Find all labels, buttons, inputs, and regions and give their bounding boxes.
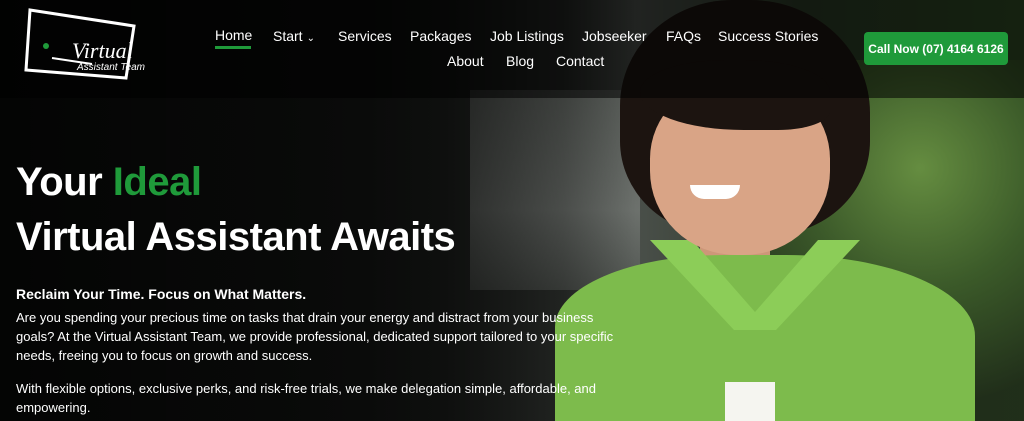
nav-start[interactable]: Start ⌄ — [273, 28, 315, 44]
nav-contact[interactable]: Contact — [556, 53, 604, 69]
nav-active-indicator — [215, 46, 251, 49]
headline-accent: Ideal — [112, 160, 202, 204]
woman-smile — [690, 185, 740, 199]
nav-jobseeker[interactable]: Jobseeker — [582, 28, 647, 44]
hero-paragraph-2: With flexible options, exclusive perks, … — [16, 381, 596, 415]
logo-subtitle: Assistant Team — [77, 62, 145, 73]
hero-paragraph-1: Are you spending your precious time on t… — [16, 310, 614, 363]
nav-faqs[interactable]: FAQs — [666, 28, 701, 44]
logo-title: Virtual — [72, 38, 133, 63]
nav-start-label: Start — [273, 28, 303, 44]
headline-prefix: Your — [16, 160, 103, 204]
nav-success-stories[interactable]: Success Stories — [718, 28, 818, 44]
nav-blog[interactable]: Blog — [506, 53, 534, 69]
hero-headline-line2: Virtual Assistant Awaits — [16, 215, 456, 259]
call-now-button[interactable]: Call Now (07) 4164 6126 — [864, 32, 1008, 65]
site-header: Virtual Assistant Team Home Start ⌄ Servi… — [0, 0, 1024, 98]
site-logo[interactable]: Virtual Assistant Team — [22, 6, 145, 88]
woman-undershirt — [725, 382, 775, 421]
nav-home[interactable]: Home — [215, 27, 252, 43]
nav-job-listings[interactable]: Job Listings — [490, 28, 564, 44]
chevron-down-icon: ⌄ — [306, 33, 315, 44]
hero-headline-line1: Your Ideal — [16, 160, 202, 205]
nav-packages[interactable]: Packages — [410, 28, 471, 44]
nav-about[interactable]: About — [447, 53, 484, 69]
nav-services[interactable]: Services — [338, 28, 392, 44]
hero-subheadline: Reclaim Your Time. Focus on What Matters… — [16, 286, 307, 302]
